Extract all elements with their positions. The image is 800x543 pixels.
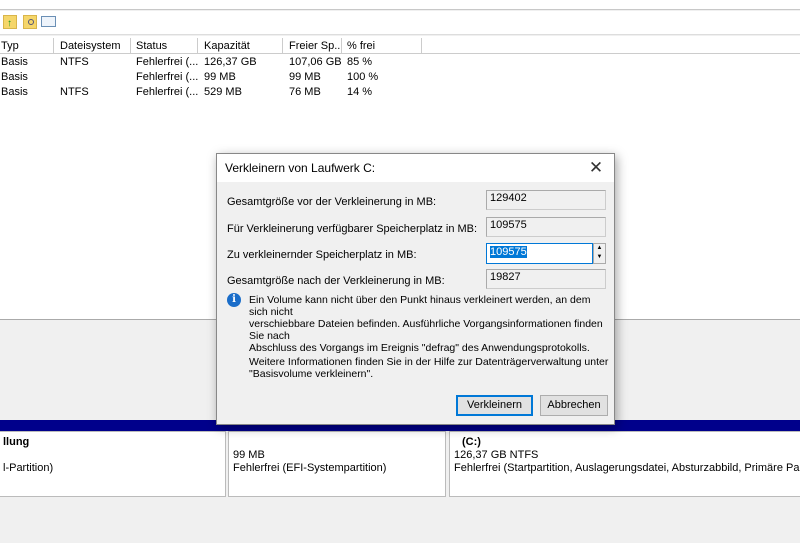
info-line: Ein Volume kann nicht über den Punkt hin… [249,294,591,318]
info-line: verschiebbare Dateien befinden. Ausführl… [249,318,603,342]
total-after-label: Gesamtgröße nach der Verkleinerung in MB… [227,275,445,287]
column-header-dateisystem[interactable]: Dateisystem [54,38,131,54]
shrink-amount-input[interactable]: 109575 [486,243,593,264]
table-cell: Fehlerfrei (... [136,71,199,83]
table-cell: Fehlerfrei (... [136,86,199,98]
column-header-status[interactable]: Status [131,38,198,54]
available-label: Für Verkleinerung verfügbarer Speicherpl… [227,223,478,235]
table-cell: Basis [1,56,28,68]
partition-status: Fehlerfrei (Startpartition, Auslagerungs… [454,462,800,474]
info-icon: i [227,293,241,307]
partition-recovery[interactable]: llung l-Partition) [0,431,226,497]
column-header-typ[interactable]: Typ [0,38,54,54]
partition-status: Fehlerfrei (EFI-Systempartition) [233,462,387,474]
shrink-amount-stepper[interactable]: ▲ ▼ [593,243,606,264]
partition-status: l-Partition) [3,462,54,474]
partition-size: 99 MB [233,449,265,461]
shrink-dialog: Verkleinern von Laufwerk C: ✕ Gesamtgröß… [216,153,615,425]
help-line: Weitere Informationen finden Sie in der … [249,356,609,368]
dialog-title: Verkleinern von Laufwerk C: [217,154,614,182]
help-text: Weitere Informationen finden Sie in der … [249,356,609,380]
column-header-prozent-frei[interactable]: % frei [342,38,422,54]
toolbar: ↑ [0,11,800,35]
table-cell: 99 MB [204,71,236,83]
table-cell: 76 MB [289,86,321,98]
available-value: 109575 [486,217,606,237]
total-after-value: 19827 [486,269,606,289]
table-cell: NTFS [60,56,89,68]
partition-title: (C:) [462,436,481,448]
help-line: "Basisvolume verkleinern". [249,368,374,380]
partition-efi[interactable]: 99 MB Fehlerfrei (EFI-Systempartition) [228,431,446,497]
table-cell: 14 % [347,86,373,98]
table-cell: Basis [1,86,28,98]
partition-c[interactable]: (C:) 126,37 GB NTFS Fehlerfrei (Startpar… [449,431,800,497]
table-cell: 85 % [347,56,373,68]
partition-size: 126,37 GB NTFS [454,449,539,461]
total-before-value: 129402 [486,190,606,210]
shrink-amount-label: Zu verkleinernder Speicherplatz in MB: [227,249,417,261]
total-before-label: Gesamtgröße vor der Verkleinerung in MB: [227,196,437,208]
properties-icon[interactable] [41,16,56,27]
column-header-kapazitaet[interactable]: Kapazität [198,38,283,54]
shrink-amount-value: 109575 [490,246,527,258]
spin-down-icon[interactable]: ▼ [594,253,605,262]
table-cell: 100 % [347,71,379,83]
column-header-freier-speicher[interactable]: Freier Sp... [283,38,342,54]
info-line: Abschluss des Vorgangs im Ereignis "defr… [249,342,590,354]
close-icon[interactable]: ✕ [584,156,608,180]
folder-up-icon[interactable]: ↑ [3,15,17,29]
folder-search-icon[interactable] [23,15,37,29]
table-cell: 99 MB [289,71,321,83]
table-cell: NTFS [60,86,89,98]
cancel-button[interactable]: Abbrechen [540,395,608,416]
shrink-button[interactable]: Verkleinern [456,395,533,416]
table-cell: Basis [1,71,28,83]
menu-area [0,0,800,10]
spin-up-icon[interactable]: ▲ [594,244,605,253]
table-cell: 126,37 GB [204,56,257,68]
partition-title: llung [3,436,30,448]
info-text: Ein Volume kann nicht über den Punkt hin… [249,294,609,354]
table-cell: Fehlerfrei (... [136,56,199,68]
table-cell: 529 MB [204,86,242,98]
column-header-empty [422,38,800,54]
table-cell: 107,06 GB [289,56,342,68]
